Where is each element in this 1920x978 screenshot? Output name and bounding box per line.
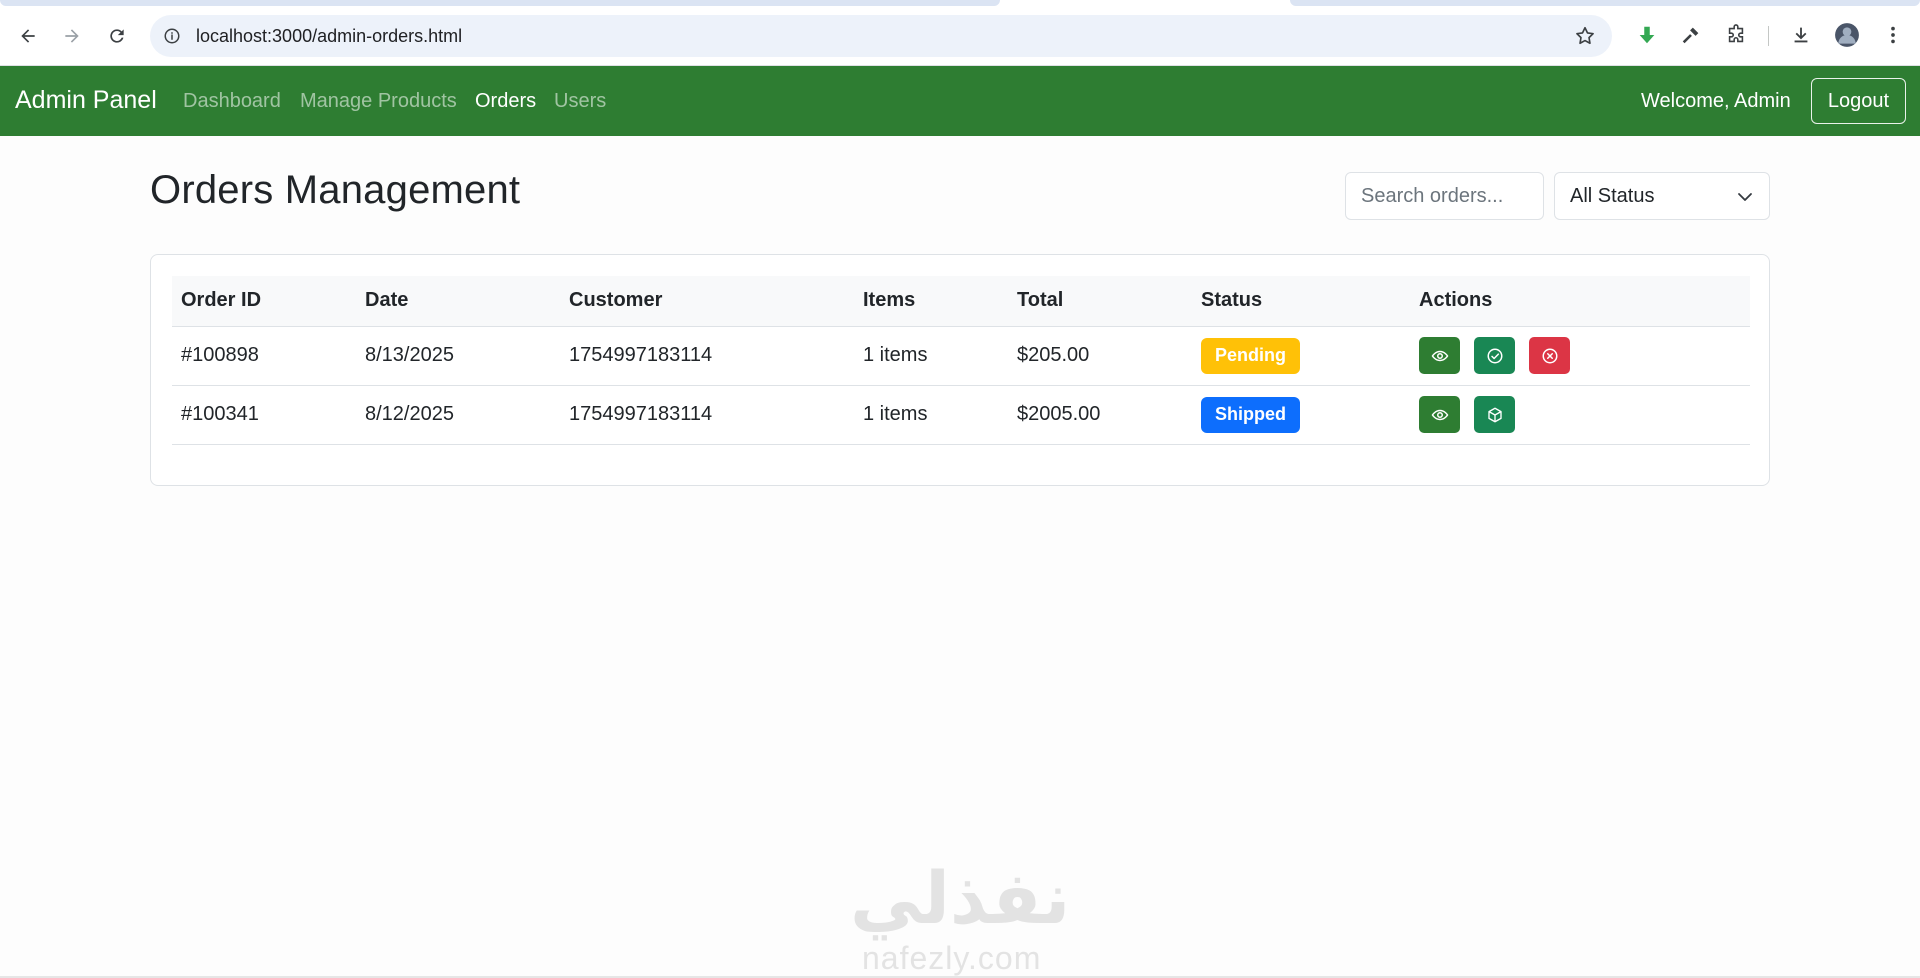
orders-table: Order ID Date Customer Items Total Statu… (172, 276, 1750, 445)
column-header-date: Date (356, 276, 560, 327)
extension-leaf-icon[interactable] (1634, 22, 1660, 48)
mark-delivered-button[interactable] (1474, 396, 1515, 433)
back-button[interactable] (12, 20, 44, 52)
address-bar[interactable]: localhost:3000/admin-orders.html (150, 15, 1612, 57)
nav-link-dashboard[interactable]: Dashboard (183, 90, 281, 113)
view-order-button[interactable] (1419, 396, 1460, 433)
bookmark-star-icon[interactable] (1574, 25, 1596, 47)
brand-logo[interactable]: Admin Panel (15, 86, 157, 115)
search-input[interactable]: Search orders... (1345, 172, 1544, 220)
status-filter-select[interactable]: All Status (1554, 172, 1770, 220)
table-header-row: Order ID Date Customer Items Total Statu… (172, 276, 1750, 327)
actions-cell (1410, 326, 1750, 386)
download-icon[interactable] (1788, 22, 1814, 48)
date-cell: 8/13/2025 (356, 326, 560, 386)
extensions-puzzle-icon[interactable] (1723, 22, 1749, 48)
watermark-latin: nafezly.com (862, 940, 1042, 976)
extension-tool-icon[interactable] (1678, 22, 1704, 48)
view-order-button[interactable] (1419, 337, 1460, 374)
top-navbar: Admin Panel Dashboard Manage Products Or… (0, 66, 1920, 136)
table-row: #100898 8/13/2025 1754997183114 1 items … (172, 326, 1750, 386)
nav-link-users[interactable]: Users (554, 90, 606, 113)
profile-avatar[interactable] (1834, 22, 1860, 48)
items-cell: 1 items (854, 326, 1008, 386)
items-cell: 1 items (854, 385, 1008, 445)
date-cell: 8/12/2025 (356, 385, 560, 445)
reload-icon (110, 29, 124, 43)
status-filter-value: All Status (1570, 184, 1655, 207)
eye-icon (1431, 350, 1448, 361)
watermark-arabic: نفذلي (850, 856, 1071, 940)
box-icon (1487, 407, 1502, 422)
nav-link-orders[interactable]: Orders (475, 90, 536, 113)
status-badge: Shipped (1201, 396, 1300, 433)
actions-cell (1410, 385, 1750, 445)
forward-button[interactable] (56, 20, 88, 52)
column-header-customer: Customer (560, 276, 854, 327)
browser-chrome: localhost:3000/admin-orders.html (0, 0, 1920, 66)
order-id-cell: #100898 (172, 326, 356, 386)
total-cell: $205.00 (1008, 326, 1192, 386)
check-circle-icon (1487, 348, 1502, 363)
status-cell: Pending (1192, 326, 1410, 386)
approve-order-button[interactable] (1474, 337, 1515, 374)
eye-icon (1431, 409, 1448, 420)
browser-menu-icon[interactable] (1880, 22, 1906, 48)
arrow-left-icon (21, 29, 35, 43)
x-circle-icon (1542, 348, 1557, 363)
arrow-right-icon (65, 29, 79, 43)
nav-link-manage-products[interactable]: Manage Products (300, 90, 457, 113)
customer-cell: 1754997183114 (560, 326, 854, 386)
column-header-actions: Actions (1410, 276, 1750, 327)
page-title: Orders Management (150, 168, 521, 212)
column-header-status: Status (1192, 276, 1410, 327)
tab-strip-edge (0, 0, 1000, 6)
cancel-order-button[interactable] (1529, 337, 1570, 374)
tab-strip-edge (1290, 0, 1920, 6)
logout-button[interactable]: Logout (1811, 78, 1906, 124)
customer-cell: 1754997183114 (560, 385, 854, 445)
order-id-cell: #100341 (172, 385, 356, 445)
chevron-down-icon (1738, 193, 1752, 201)
column-header-order-id: Order ID (172, 276, 356, 327)
site-info-icon[interactable] (162, 26, 182, 46)
toolbar-separator (1768, 26, 1769, 46)
url-text[interactable]: localhost:3000/admin-orders.html (196, 26, 462, 47)
column-header-items: Items (854, 276, 1008, 327)
status-badge: Pending (1201, 337, 1300, 374)
orders-card: Order ID Date Customer Items Total Statu… (150, 254, 1770, 486)
table-row: #100341 8/12/2025 1754997183114 1 items … (172, 385, 1750, 445)
welcome-text: Welcome, Admin (1641, 90, 1791, 112)
total-cell: $2005.00 (1008, 385, 1192, 445)
column-header-total: Total (1008, 276, 1192, 327)
reload-button[interactable] (101, 20, 133, 52)
status-cell: Shipped (1192, 385, 1410, 445)
